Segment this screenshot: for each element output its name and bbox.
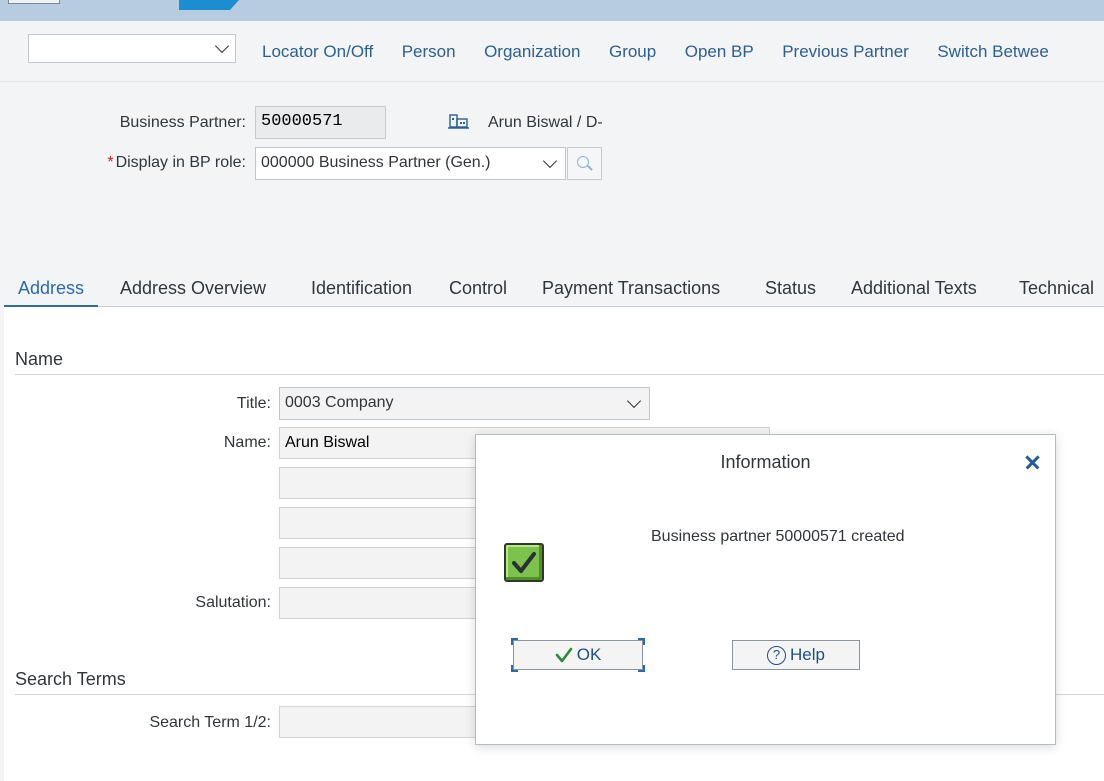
title-label: Title: xyxy=(236,395,271,412)
checkmark-icon xyxy=(555,647,573,663)
title-select[interactable]: 0003 Company xyxy=(279,387,650,420)
tab-payment-transactions[interactable]: Payment Transactions xyxy=(542,278,720,307)
toolbar-group[interactable]: Group xyxy=(609,42,656,61)
sap-logo xyxy=(179,0,239,10)
focus-corner xyxy=(638,638,645,645)
title-select-value: 0003 Company xyxy=(285,394,394,411)
role-label-text: Display in BP role: xyxy=(115,154,246,171)
help-button[interactable]: ? Help xyxy=(732,640,860,670)
dialog-message: Business partner 50000571 created xyxy=(651,528,905,545)
chevron-down-icon xyxy=(214,38,230,54)
toolbar-select[interactable] xyxy=(28,34,236,63)
bp-label: Business Partner: xyxy=(119,114,246,131)
tab-address-overview[interactable]: Address Overview xyxy=(120,278,266,307)
toolbar-locator-toggle[interactable]: Locator On/Off xyxy=(262,42,373,61)
focus-corner xyxy=(511,638,518,645)
toolbar-previous-partner[interactable]: Previous Partner xyxy=(782,42,909,61)
information-dialog: Information Business partner 50000571 cr… xyxy=(475,434,1056,745)
close-icon[interactable] xyxy=(1022,452,1042,472)
name-section-title: Name xyxy=(15,349,64,369)
chevron-down-icon xyxy=(626,393,642,409)
search-term-label: Search Term 1/2: xyxy=(149,714,271,731)
shell-bar xyxy=(0,0,1104,21)
search-terms-title: Search Terms xyxy=(15,669,126,689)
bp-name: Arun Biswal / D- xyxy=(488,114,603,131)
organization-icon xyxy=(448,114,469,129)
help-button-label: Help xyxy=(790,645,825,664)
tab-technical[interactable]: Technical xyxy=(1019,278,1094,307)
tab-status[interactable]: Status xyxy=(765,278,816,307)
ok-button[interactable]: OK xyxy=(511,638,645,672)
toolbar: Locator On/Off Person Organization Group Ope… xyxy=(0,21,1104,82)
toolbar-switch-between[interactable]: Switch Betwee xyxy=(937,42,1049,61)
toolbar-open-bp[interactable]: Open BP xyxy=(685,42,754,61)
required-marker: * xyxy=(107,154,114,171)
focus-corner xyxy=(511,665,518,672)
toolbar-person[interactable]: Person xyxy=(402,42,456,61)
tab-control[interactable]: Control xyxy=(449,278,507,307)
help-icon: ? xyxy=(767,645,787,665)
toolbar-links: Locator On/Off Person Organization Group Ope… xyxy=(262,42,1077,62)
salutation-label: Salutation: xyxy=(195,594,271,611)
success-check-icon xyxy=(504,543,544,582)
search-icon xyxy=(577,156,589,168)
bp-role-select[interactable]: 000000 Business Partner (Gen.) xyxy=(255,147,566,180)
chevron-down-icon xyxy=(542,153,558,169)
bp-number-field[interactable]: 50000571 xyxy=(255,106,386,139)
tab-strip: Address Address Overview Identification … xyxy=(4,272,1104,307)
tab-address[interactable]: Address xyxy=(4,278,99,307)
bp-role-value: 000000 Business Partner (Gen.) xyxy=(261,154,491,171)
role-search-button[interactable] xyxy=(567,147,602,180)
ok-button-label: OK xyxy=(576,645,602,664)
shell-menu-button[interactable] xyxy=(8,0,60,4)
tab-identification[interactable]: Identification xyxy=(311,278,412,307)
dialog-title: Information xyxy=(720,452,811,472)
role-label: * Display in BP role: xyxy=(107,154,246,172)
focus-corner xyxy=(638,665,645,672)
name-label: Name: xyxy=(223,434,271,451)
tab-additional-texts[interactable]: Additional Texts xyxy=(851,278,977,307)
toolbar-organization[interactable]: Organization xyxy=(484,42,580,61)
section-divider xyxy=(15,374,1104,375)
